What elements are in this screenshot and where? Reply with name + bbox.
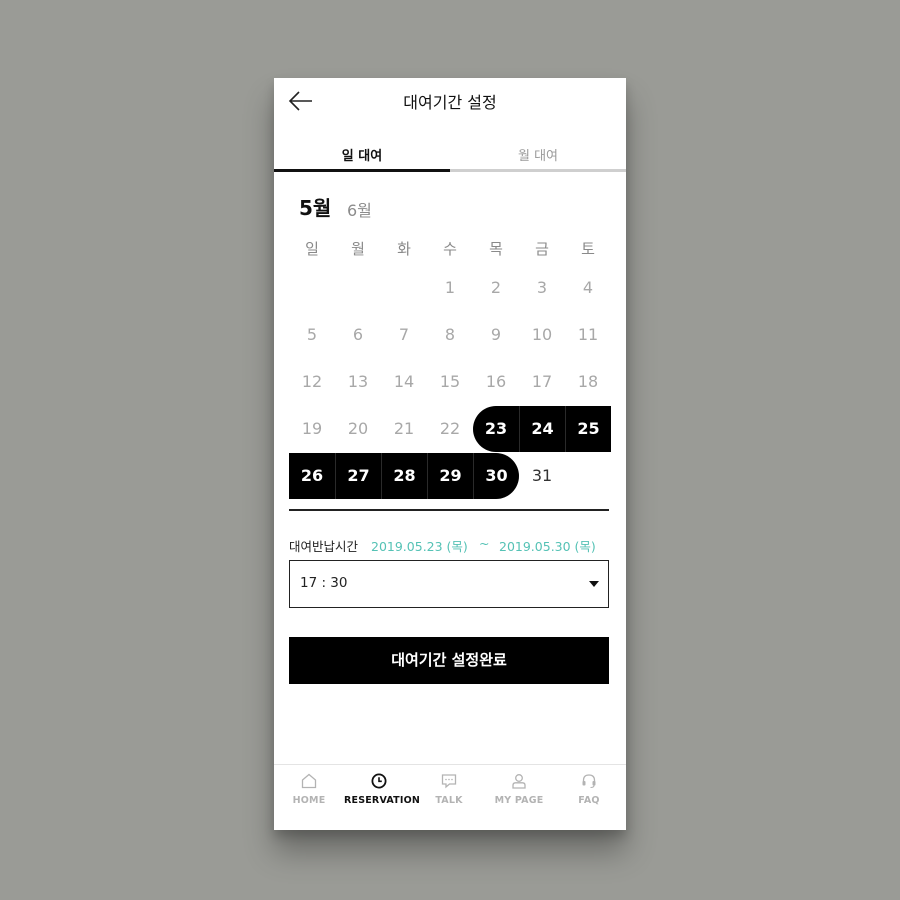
calendar-day-selected[interactable]: 25: [565, 406, 611, 452]
calendar-day[interactable]: 9: [473, 312, 519, 358]
bottom-nav: HOME RESERVATION TALK MY PAGE FAQ: [274, 764, 626, 831]
calendar-day[interactable]: 8: [427, 312, 473, 358]
calendar-day[interactable]: 31: [519, 453, 565, 499]
weekday-label: 목: [489, 240, 503, 258]
caret-down-icon: [589, 581, 599, 587]
nav-label: RESERVATION: [344, 795, 421, 806]
header: 대여기간 설정: [274, 78, 626, 124]
phone-screen: 대여기간 설정 일 대여 월 대여 5월 6월 일월화수목금토 12345678…: [274, 78, 626, 830]
calendar-day-selected[interactable]: 27: [335, 453, 381, 499]
calendar-day-selected[interactable]: 29: [427, 453, 473, 499]
weekday-header: 일월화수목금토: [289, 238, 611, 260]
nav-my-page[interactable]: MY PAGE: [484, 765, 554, 831]
calendar-day[interactable]: 13: [335, 359, 381, 405]
tab-monthly-rental[interactable]: 월 대여: [450, 142, 626, 172]
tab-label: 월 대여: [517, 149, 558, 164]
weekday-label: 화: [397, 240, 411, 258]
page-title: 대여기간 설정: [403, 93, 497, 112]
nav-reservation[interactable]: RESERVATION: [344, 765, 421, 831]
calendar-day[interactable]: 20: [335, 406, 381, 452]
nav-talk[interactable]: TALK: [414, 765, 484, 831]
calendar-grid: 1 2 3 4 5 6 7 8 9 10 11 12 13 14 15 16 17 18 19 20 21 22 23 24 2…: [289, 265, 611, 500]
rental-start-date: 2019.05.23 (목): [371, 539, 468, 554]
current-month[interactable]: 5월: [299, 192, 331, 221]
calendar-day[interactable]: 7: [381, 312, 427, 358]
nav-faq[interactable]: FAQ: [554, 765, 624, 831]
weekday-label: 일: [305, 240, 319, 258]
rental-end-date: 2019.05.30 (목): [499, 539, 596, 554]
calendar-day[interactable]: 16: [473, 359, 519, 405]
weekday-label: 금: [535, 240, 549, 258]
weekday-label: 수: [443, 240, 457, 258]
calendar-day[interactable]: 18: [565, 359, 611, 405]
weekday-label: 토: [581, 240, 595, 258]
calendar-day[interactable]: 6: [335, 312, 381, 358]
rental-period-info: 대여반납시간 2019.05.23 (목) ~ 2019.05.30 (목): [289, 536, 611, 556]
calendar-day-selected[interactable]: 24: [519, 406, 565, 452]
calendar-day[interactable]: 5: [289, 312, 335, 358]
rental-type-tabs: 일 대여 월 대여: [274, 142, 626, 172]
calendar-day[interactable]: 4: [565, 265, 611, 311]
home-icon: [301, 773, 317, 789]
calendar-day[interactable]: 12: [289, 359, 335, 405]
calendar-day[interactable]: 10: [519, 312, 565, 358]
confirm-rental-period-button[interactable]: 대여기간 설정완료: [289, 637, 609, 684]
calendar-day[interactable]: 14: [381, 359, 427, 405]
next-month[interactable]: 6월: [347, 197, 372, 221]
user-icon: [512, 774, 526, 789]
date-separator: ~: [479, 536, 490, 551]
time-value: 17 : 30: [300, 575, 348, 591]
calendar-day-selected[interactable]: 23: [473, 406, 519, 452]
calendar-day[interactable]: 17: [519, 359, 565, 405]
nav-home[interactable]: HOME: [274, 765, 344, 831]
calendar-day[interactable]: 19: [289, 406, 335, 452]
rental-return-label: 대여반납시간: [289, 539, 359, 554]
chat-icon: [441, 774, 457, 789]
calendar-day[interactable]: 11: [565, 312, 611, 358]
calendar-day[interactable]: 15: [427, 359, 473, 405]
headset-icon: [582, 774, 596, 789]
calendar-day[interactable]: 2: [473, 265, 519, 311]
time-select[interactable]: 17 : 30: [289, 560, 609, 608]
nav-label: TALK: [435, 795, 463, 806]
nav-label: HOME: [292, 795, 326, 806]
divider: [289, 509, 609, 511]
calendar-day[interactable]: 3: [519, 265, 565, 311]
nav-label: MY PAGE: [494, 795, 544, 806]
calendar-day[interactable]: 1: [427, 265, 473, 311]
tab-daily-rental[interactable]: 일 대여: [274, 142, 450, 172]
calendar-day-selected[interactable]: 26: [289, 453, 335, 499]
clock-icon: [371, 773, 387, 789]
tab-label: 일 대여: [341, 149, 383, 164]
calendar-day-selected[interactable]: 30: [473, 453, 519, 499]
calendar-day[interactable]: 22: [427, 406, 473, 452]
calendar-day-selected[interactable]: 28: [381, 453, 427, 499]
nav-label: FAQ: [578, 795, 600, 806]
calendar-day[interactable]: 21: [381, 406, 427, 452]
weekday-label: 월: [351, 240, 365, 258]
